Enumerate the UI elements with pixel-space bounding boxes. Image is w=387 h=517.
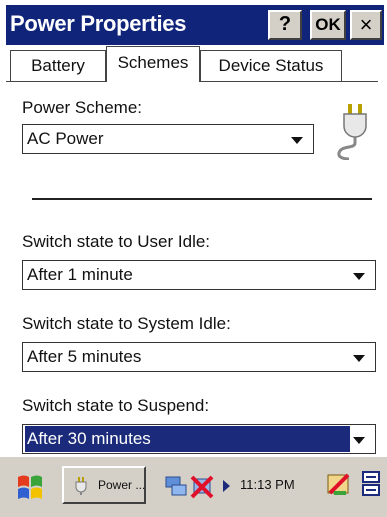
tab-device-status[interactable]: Device Status: [200, 50, 342, 82]
suspend-label: Switch state to Suspend:: [22, 396, 210, 415]
system-tray: 11:13 PM: [160, 469, 320, 505]
power-scheme-value: AC Power: [27, 129, 104, 148]
system-idle-value: After 5 minutes: [27, 347, 142, 366]
suspend-value: After 30 minutes: [25, 426, 350, 452]
chevron-down-icon: [353, 437, 365, 444]
power-plug-icon: [337, 104, 367, 160]
suspend-select[interactable]: After 30 minutes: [22, 424, 376, 454]
clock[interactable]: 11:13 PM: [240, 477, 295, 492]
user-idle-select[interactable]: After 1 minute: [22, 260, 376, 290]
user-idle-label: Switch state to User Idle:: [22, 232, 211, 251]
chevron-down-icon: [291, 137, 303, 144]
task-button-label: Power ...: [98, 478, 146, 492]
power-plug-icon: [75, 477, 87, 495]
power-scheme-label: Power Scheme:: [22, 98, 142, 117]
task-button-power[interactable]: Power ...: [62, 466, 146, 504]
chevron-down-icon: [353, 355, 365, 362]
separator-line: [32, 198, 372, 200]
system-idle-select[interactable]: After 5 minutes: [22, 342, 376, 372]
user-idle-value: After 1 minute: [27, 265, 133, 284]
start-flag-icon[interactable]: [14, 471, 46, 503]
help-button[interactable]: ?: [268, 10, 302, 40]
taskbar: Power ... 11:13 PM: [0, 455, 387, 517]
window-title: Power Properties: [10, 11, 187, 36]
title-bar: Power Properties ? OK ×: [6, 5, 384, 45]
power-scheme-select[interactable]: AC Power: [22, 124, 314, 154]
arrow-right-icon: [223, 480, 230, 492]
system-idle-label: Switch state to System Idle:: [22, 314, 231, 333]
tab-schemes[interactable]: Schemes: [106, 46, 200, 82]
tab-strip: Battery Schemes Device Status: [6, 46, 384, 82]
chevron-down-icon: [353, 273, 365, 280]
input-panel-icon[interactable]: [360, 469, 384, 499]
close-button[interactable]: ×: [350, 10, 382, 40]
battery-warning-icon[interactable]: [324, 469, 354, 499]
no-connection-icon[interactable]: [188, 471, 218, 501]
ok-button[interactable]: OK: [310, 10, 346, 40]
network-icon[interactable]: [164, 473, 188, 499]
tab-battery[interactable]: Battery: [10, 50, 106, 82]
